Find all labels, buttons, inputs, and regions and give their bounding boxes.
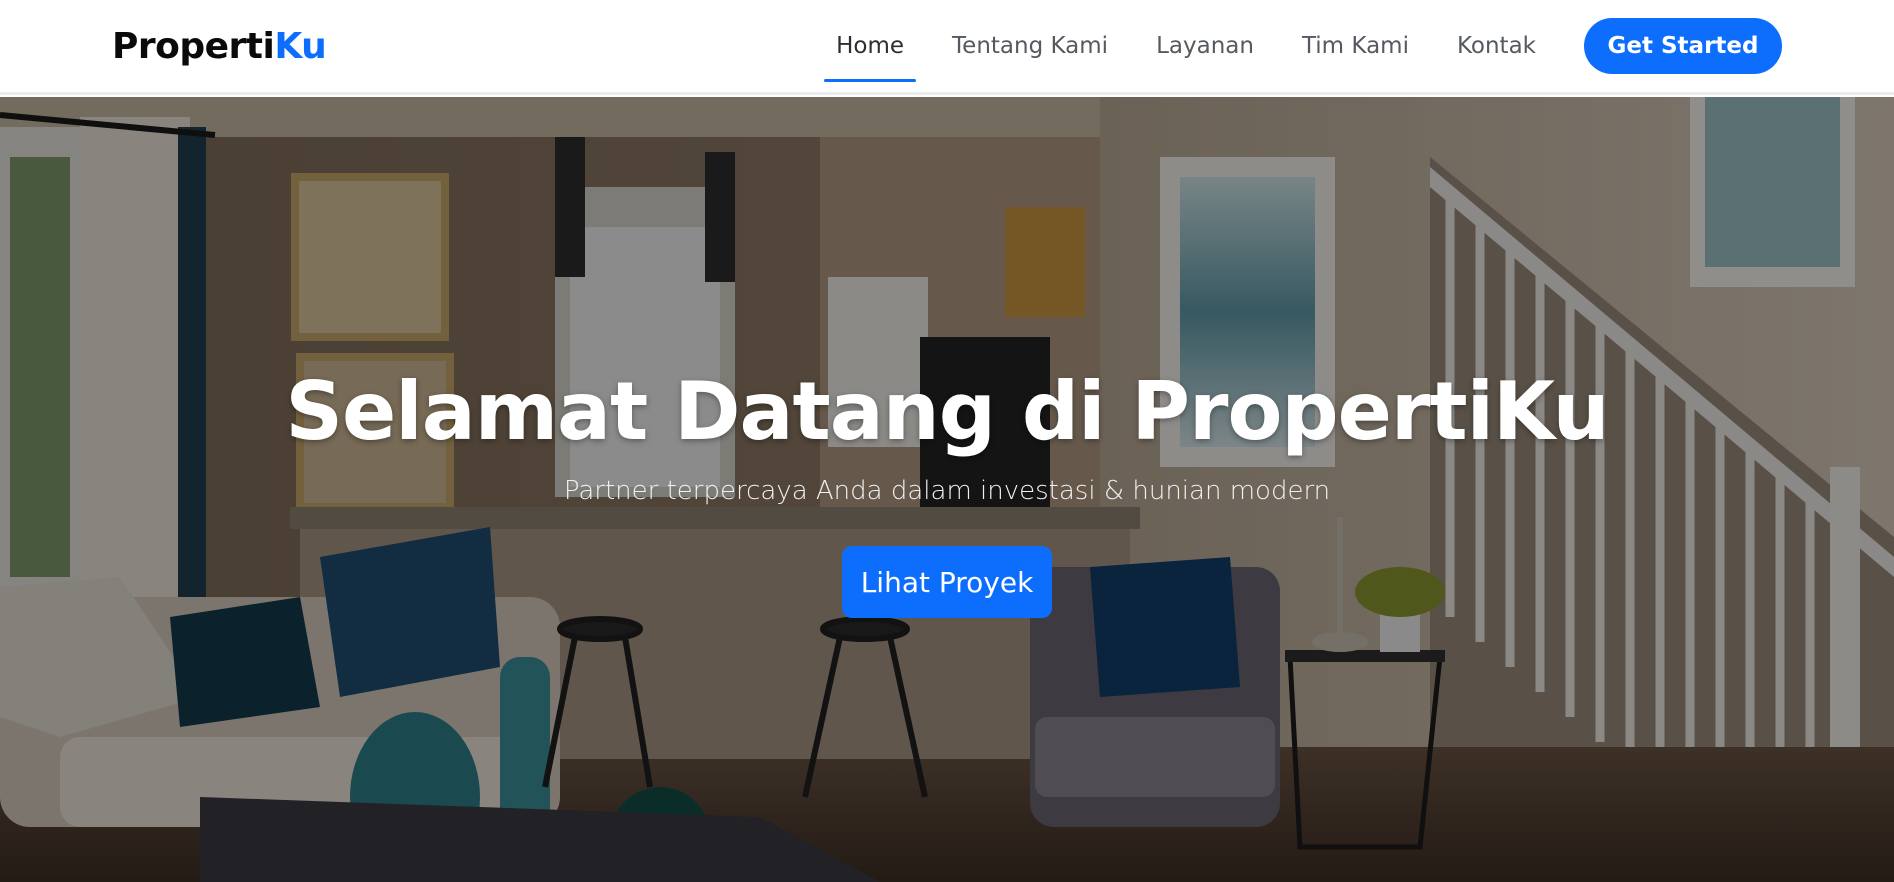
get-started-button[interactable]: Get Started <box>1584 18 1782 74</box>
navbar: PropertiKu Home Tentang Kami Layanan Tim… <box>0 0 1894 95</box>
brand-name-accent: Ku <box>274 25 327 67</box>
nav-link-tentang-kami[interactable]: Tentang Kami <box>952 0 1108 94</box>
hero-subtitle: Partner terpercaya Anda dalam investasi … <box>563 476 1331 506</box>
brand-name-dark: Properti <box>112 25 275 67</box>
nav-link-home[interactable]: Home <box>824 0 916 94</box>
lihat-proyek-button[interactable]: Lihat Proyek <box>842 546 1052 618</box>
brand-logo[interactable]: PropertiKu <box>112 25 327 67</box>
nav-link-tim-kami[interactable]: Tim Kami <box>1302 0 1409 94</box>
hero-content: Selamat Datang di PropertiKu Partner ter… <box>0 365 1894 618</box>
hero-section: Selamat Datang di PropertiKu Partner ter… <box>0 97 1894 882</box>
nav-link-kontak[interactable]: Kontak <box>1457 0 1536 94</box>
hero-title: Selamat Datang di PropertiKu <box>285 365 1609 458</box>
nav-link-layanan[interactable]: Layanan <box>1156 0 1254 94</box>
main-nav: Home Tentang Kami Layanan Tim Kami Konta… <box>788 0 1782 94</box>
